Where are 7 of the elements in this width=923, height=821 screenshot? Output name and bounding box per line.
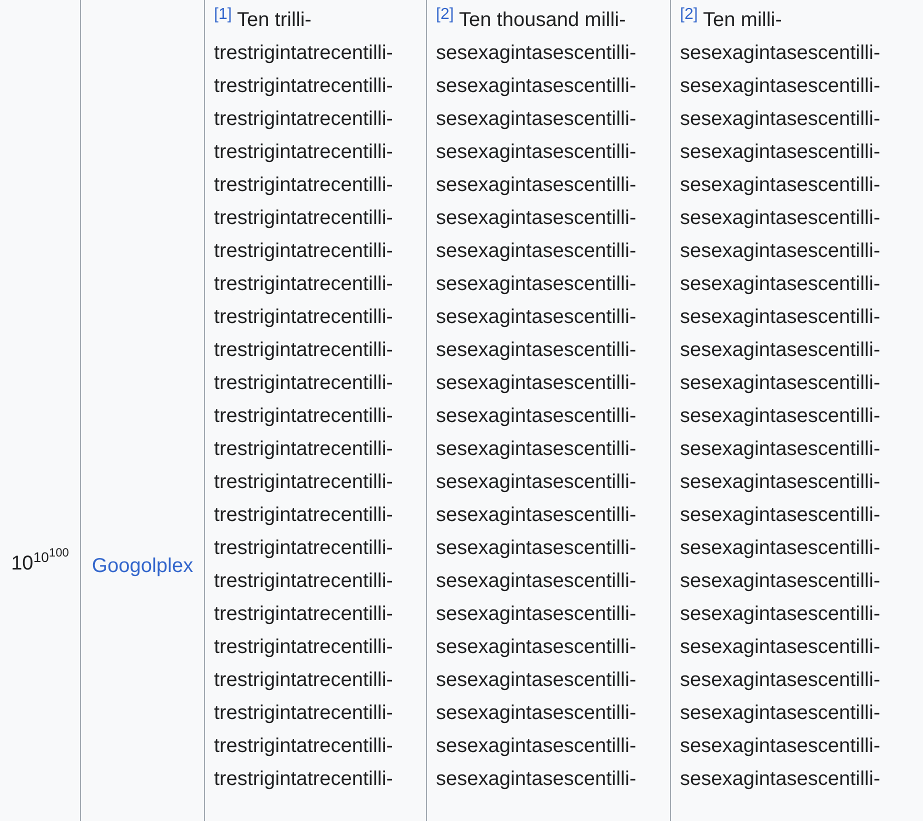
footnote-link[interactable]: [2] bbox=[436, 6, 454, 23]
footnote-link[interactable]: [2] bbox=[680, 6, 698, 23]
name-text: $^{[2]}$ Ten milli- sesexagintasescentilli- sesexagintasescentilli- sesexagintasescentilli- sesexagintasescentilli- sesexagintasescentilli- sesexagintasescentilli- sesexagintasescentilli- sesexagintasescentilli- sesexagintasescentilli- sesexagintasescentilli- sesexagintasescentilli- sesexagintasescentilli- sesexagintasescentilli- sesexagintasescentilli- sesexagintasescentilli- sesexagintasescentilli- sesexagintasescentilli- sesexagintasescentilli- sesexagintasescentilli- sesexagintasescentilli- sesexagintasescentilli- sesexagintasescentilli- sesexagintasescentilli- bbox=[680, 5, 880, 792]
name-text: $^{[1]}$ Ten trilli- trestrigintatrecentilli- trestrigintatrecentilli- trestrigintatrecentilli- trestrigintatrecentilli- trestrigintatrecentilli- trestrigintatrecentilli- trestrigintatrecentilli- trestrigintatrecentilli- trestrigintatrecentilli- trestrigintatrecentilli- trestrigintatrecentilli- trestrigintatrecentilli- trestrigintatrecentilli- trestrigintatrecentilli- trestrigintatrecentilli- trestrigintatrecentilli- trestrigintatrecentilli- trestrigintatrecentilli- trestrigintatrecentilli- trestrigintatrecentilli- trestrigintatrecentilli- trestrigintatrecentilli- trestrigintatrecentilli- bbox=[214, 5, 393, 792]
footnote-link[interactable]: [1] bbox=[214, 6, 232, 23]
name-text: $^{[2]}$ Ten thousand milli- sesexagintasescentilli- sesexagintasescentilli- sesexagintasescentilli- sesexagintasescentilli- sesexagintasescentilli- sesexagintasescentilli- sesexagintasescentilli- sesexagintasescentilli- sesexagintasescentilli- sesexagintasescentilli- sesexagintasescentilli- sesexagintasescentilli- sesexagintasescentilli- sesexagintasescentilli- sesexagintasescentilli- sesexagintasescentilli- sesexagintasescentilli- sesexagintasescentilli- sesexagintasescentilli- sesexagintasescentilli- sesexagintasescentilli- sesexagintasescentilli- sesexagintasescentilli- bbox=[436, 5, 636, 792]
number-name-link[interactable]: Googolplex bbox=[92, 554, 194, 578]
